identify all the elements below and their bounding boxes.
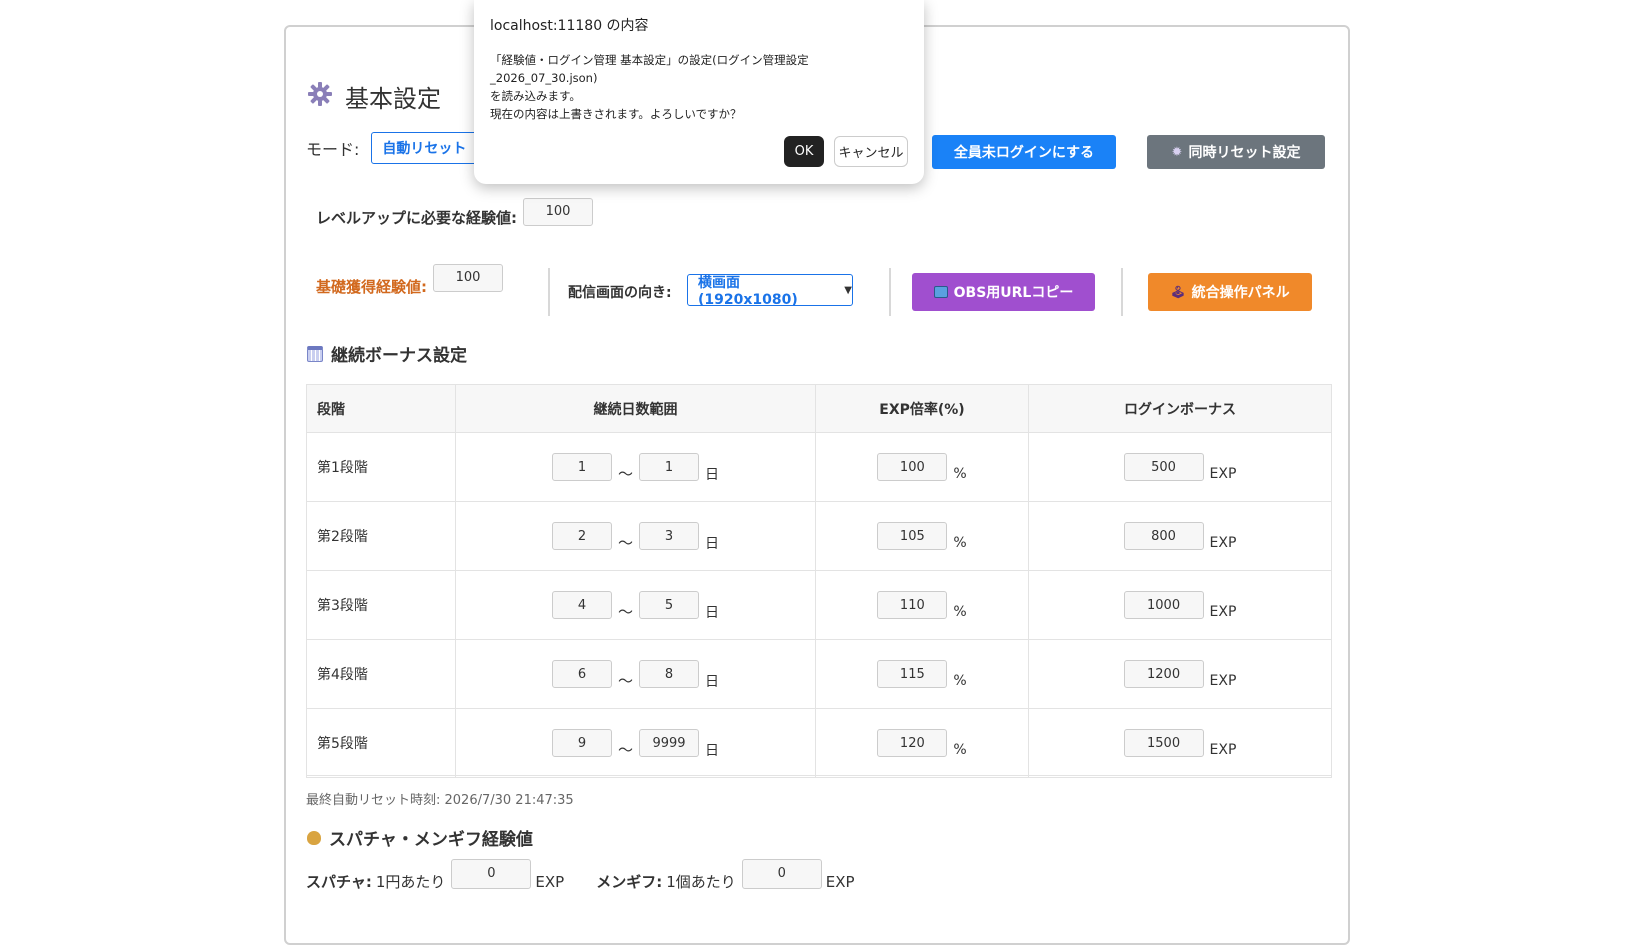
gear-icon: ✹ xyxy=(1171,144,1183,160)
days-from-input[interactable]: 4 xyxy=(551,591,612,619)
bonus-input[interactable]: 1500 xyxy=(1123,729,1204,757)
money-bag-icon xyxy=(307,830,321,845)
divider xyxy=(1121,268,1123,316)
joystick-icon: 🕹 xyxy=(1170,285,1186,299)
days-from-input[interactable]: 1 xyxy=(551,453,612,481)
orientation-label: 配信画面の向き: xyxy=(568,285,672,301)
days-from-input[interactable]: 2 xyxy=(551,522,612,550)
control-panel-button[interactable]: 🕹 統合操作パネル xyxy=(1148,273,1312,311)
confirm-dialog: localhost:11180 の内容 「経験値・ログイン管理 基本設定」の設定… xyxy=(474,0,924,184)
bonus-cell: 1500 EXP xyxy=(1028,708,1332,778)
col-stage: 段階 xyxy=(306,384,456,433)
bonus-cell: 800 EXP xyxy=(1028,501,1332,571)
orientation-select[interactable]: 横画面 (1920x1080) ▼ xyxy=(687,274,853,308)
divider xyxy=(889,268,891,316)
rate-input[interactable]: 120 xyxy=(877,729,948,757)
obs-url-copy-button[interactable]: OBS用URLコピー xyxy=(912,273,1095,311)
rate-input[interactable]: 100 xyxy=(877,453,948,481)
col-bonus: ログインボーナス xyxy=(1028,384,1332,433)
rate-cell: 115 % xyxy=(815,639,1029,709)
bonus-input[interactable]: 1000 xyxy=(1123,591,1204,619)
days-to-input[interactable]: 8 xyxy=(639,660,699,688)
ok-button[interactable]: OK xyxy=(784,136,824,167)
page-title-text: 基本設定 xyxy=(345,85,441,113)
bonus-heading: 継続ボーナス設定 xyxy=(307,341,467,366)
divider xyxy=(306,775,1332,776)
days-from-input[interactable]: 9 xyxy=(551,729,612,757)
page-title: 基本設定 xyxy=(307,79,441,114)
days-cell: 9 ～ 9999 日 xyxy=(455,708,816,778)
last-reset-time: 最終自動リセット時刻: 2026/7/30 21:47:35 xyxy=(306,793,574,808)
table-header-row: 段階 継続日数範囲 EXP倍率(%) ログインボーナス xyxy=(306,384,1332,433)
bonus-cell: 500 EXP xyxy=(1028,432,1332,502)
dialog-message: 「経験値・ログイン管理 基本設定」の設定(ログイン管理設定_2026_07_30… xyxy=(490,53,809,121)
rate-cell: 110 % xyxy=(815,570,1029,640)
days-from-input[interactable]: 6 xyxy=(551,660,612,688)
membergift-label: メンギフ: xyxy=(596,873,663,891)
bonus-cell: 1200 EXP xyxy=(1028,639,1332,709)
divider xyxy=(548,268,550,316)
stage-cell: 第3段階 xyxy=(306,570,456,640)
all-logout-button[interactable]: 全員未ログインにする xyxy=(932,135,1116,169)
membergift-exp-input[interactable]: 0 xyxy=(741,858,822,889)
levelup-label: レベルアップに必要な経験値: xyxy=(316,209,517,227)
chevron-down-icon: ▼ xyxy=(844,284,852,296)
days-to-input[interactable]: 5 xyxy=(639,591,699,619)
mode-row: モード: 自動リセット xyxy=(306,132,489,164)
base-exp-input[interactable]: 100 xyxy=(433,263,503,292)
gear-icon xyxy=(307,81,333,113)
rate-cell: 105 % xyxy=(815,501,1029,571)
bonus-input[interactable]: 500 xyxy=(1123,453,1204,481)
stage-cell: 第5段階 xyxy=(306,708,456,778)
tv-icon xyxy=(933,286,948,298)
bonus-table: 段階 継続日数範囲 EXP倍率(%) ログインボーナス 第1段階 1 ～ 1 日 xyxy=(306,384,1332,778)
rate-input[interactable]: 110 xyxy=(877,591,948,619)
col-rate: EXP倍率(%) xyxy=(815,384,1029,433)
rate-cell: 120 % xyxy=(815,708,1029,778)
stage-cell: 第1段階 xyxy=(306,432,456,502)
stage-cell: 第2段階 xyxy=(306,501,456,571)
table-row: 第1段階 1 ～ 1 日 100 % 500 EXP xyxy=(306,432,1332,502)
table-row: 第4段階 6 ～ 8 日 115 % 1200 EXP xyxy=(306,639,1332,709)
table-row: 第3段階 4 ～ 5 日 110 % 1000 EXP xyxy=(306,570,1332,640)
superchat-row: スパチャ: 1円あたり 0 EXP メンギフ: 1個あたり 0 EXP xyxy=(306,858,855,892)
days-to-input[interactable]: 3 xyxy=(639,522,699,550)
table-row: 第5段階 9 ～ 9999 日 120 % 1500 EXP xyxy=(306,708,1332,778)
base-exp-row: 基礎獲得経験値: 100 xyxy=(316,263,503,297)
dialog-title: localhost:11180 の内容 xyxy=(490,18,649,34)
bonus-cell: 1000 EXP xyxy=(1028,570,1332,640)
superchat-heading: スパチャ・メンギフ経験値 xyxy=(307,825,533,850)
cancel-button[interactable]: キャンセル xyxy=(834,136,908,167)
days-to-input[interactable]: 9999 xyxy=(639,729,699,757)
rate-input[interactable]: 105 xyxy=(877,522,948,550)
membergift-per: 1個あたり xyxy=(666,873,736,891)
mode-select[interactable]: 自動リセット xyxy=(371,132,489,164)
stage-cell: 第4段階 xyxy=(306,639,456,709)
levelup-input[interactable]: 100 xyxy=(523,197,593,226)
rate-input[interactable]: 115 xyxy=(877,660,948,688)
days-cell: 6 ～ 8 日 xyxy=(455,639,816,709)
days-cell: 1 ～ 1 日 xyxy=(455,432,816,502)
table-row: 第2段階 2 ～ 3 日 105 % 800 EXP xyxy=(306,501,1332,571)
calendar-icon xyxy=(307,345,323,362)
bonus-input[interactable]: 800 xyxy=(1123,522,1204,550)
superchat-per: 1円あたり xyxy=(375,873,446,891)
days-cell: 2 ～ 3 日 xyxy=(455,501,816,571)
days-cell: 4 ～ 5 日 xyxy=(455,570,816,640)
levelup-row: レベルアップに必要な経験値: 100 xyxy=(316,195,593,228)
col-days: 継続日数範囲 xyxy=(455,384,816,433)
sync-reset-button[interactable]: ✹ 同時リセット設定 xyxy=(1147,135,1325,169)
superchat-label: スパチャ: xyxy=(306,873,372,891)
days-to-input[interactable]: 1 xyxy=(639,453,699,481)
rate-cell: 100 % xyxy=(815,432,1029,502)
superchat-exp-input[interactable]: 0 xyxy=(451,858,532,889)
base-exp-label: 基礎獲得経験値: xyxy=(316,278,427,296)
mode-label: モード: xyxy=(306,140,360,159)
bonus-input[interactable]: 1200 xyxy=(1123,660,1204,688)
